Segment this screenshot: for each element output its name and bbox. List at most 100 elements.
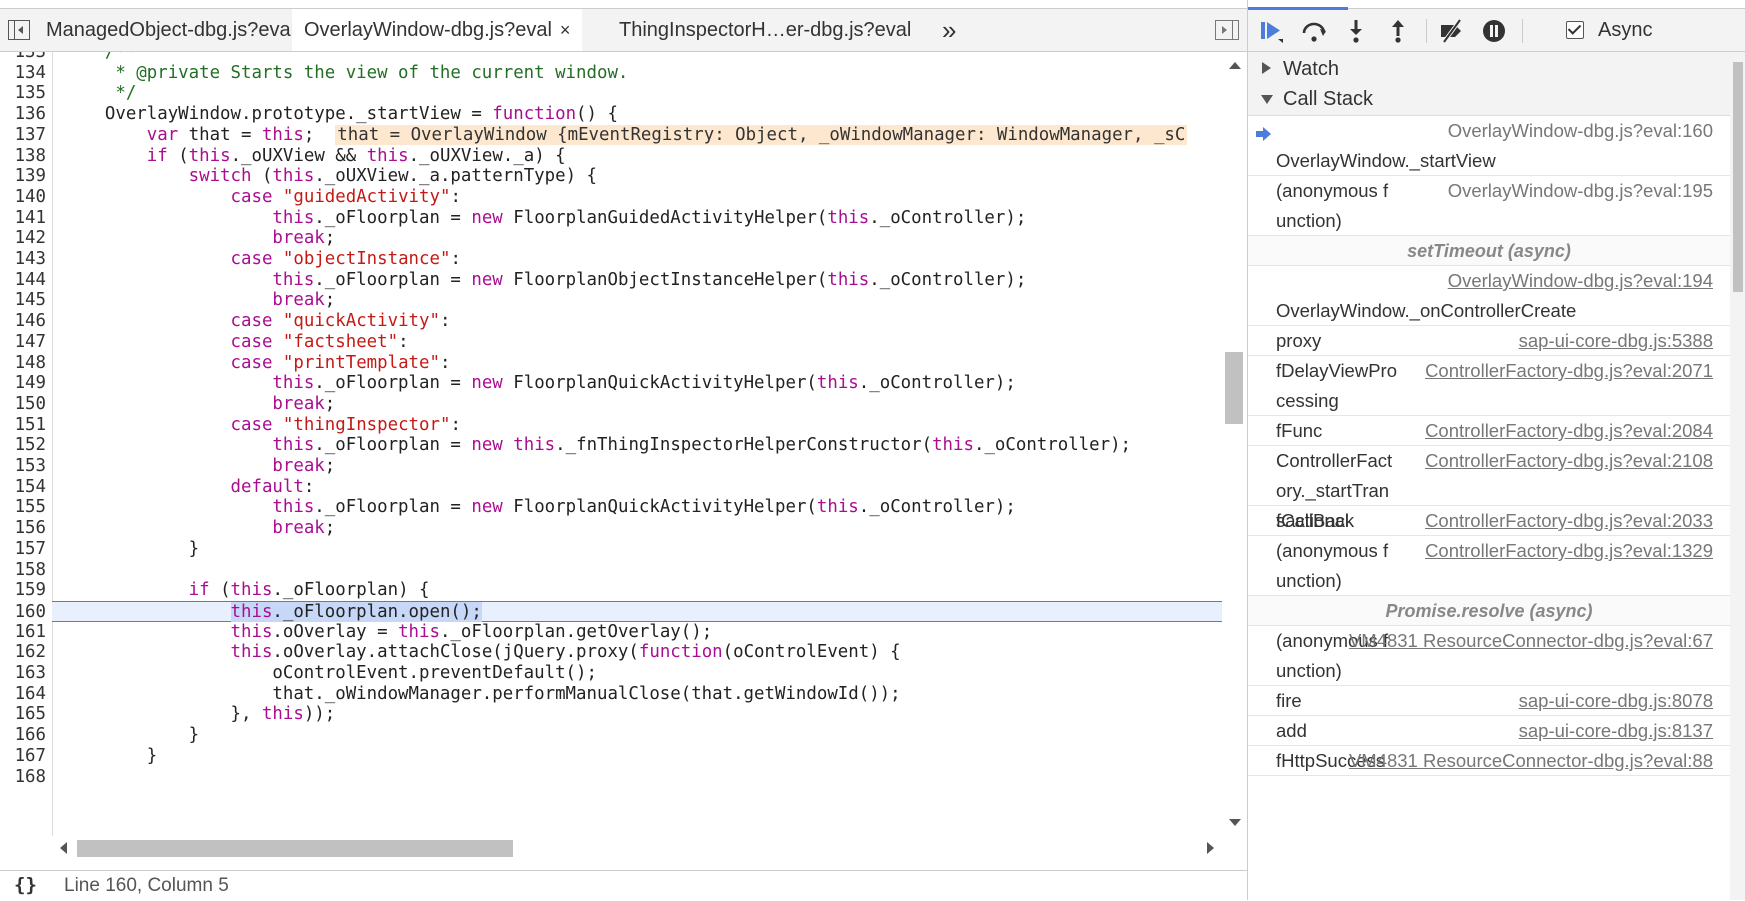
code-line[interactable]: 147 case "factsheet": <box>0 332 1222 353</box>
code-line[interactable]: 134 * @private Starts the view of the cu… <box>0 63 1222 84</box>
code-line[interactable]: 139 switch (this._oUXView._a.patternType… <box>0 166 1222 187</box>
line-number[interactable]: 138 <box>0 146 46 167</box>
line-number[interactable]: 148 <box>0 353 46 374</box>
code-line[interactable]: 168 <box>0 767 1222 788</box>
line-number[interactable]: 141 <box>0 208 46 229</box>
call-frame[interactable]: OverlayWindow._onControllerCreate Overlay… <box>1248 266 1730 326</box>
frame-location-link[interactable]: sap-ui-core-dbg.js:8137 <box>1519 716 1713 746</box>
code-line[interactable]: 133 /** <box>0 52 1222 63</box>
code-line[interactable]: 151 case "thingInspector": <box>0 415 1222 436</box>
code-line[interactable]: 150 break; <box>0 394 1222 415</box>
code-line[interactable]: 162 this.oOverlay.attachClose(jQuery.pro… <box>0 642 1222 663</box>
line-number[interactable]: 152 <box>0 435 46 456</box>
code-line[interactable]: 145 break; <box>0 290 1222 311</box>
line-number[interactable]: 158 <box>0 560 46 581</box>
line-number[interactable]: 157 <box>0 539 46 560</box>
expand-triangle-icon[interactable] <box>1260 82 1274 116</box>
line-number[interactable]: 144 <box>0 270 46 291</box>
line-number[interactable]: 168 <box>0 767 46 788</box>
line-number[interactable]: 133 <box>0 52 46 63</box>
line-number[interactable]: 164 <box>0 684 46 705</box>
tab-overlaywindow[interactable]: OverlayWindow-dbg.js?eval × <box>292 9 583 51</box>
code-line[interactable]: 156 break; <box>0 518 1222 539</box>
frame-location-link[interactable]: ControllerFactory-dbg.js?eval:1329 <box>1425 536 1713 566</box>
code-line[interactable]: 137 var that = this; that = OverlayWindo… <box>0 124 1222 146</box>
code-line[interactable]: 146 case "quickActivity": <box>0 311 1222 332</box>
code-line[interactable]: 161 this.oOverlay = this._oFloorplan.get… <box>0 622 1222 643</box>
deactivate-breakpoints-icon[interactable] <box>1438 17 1466 45</box>
step-into-icon[interactable] <box>1342 17 1370 45</box>
code-line[interactable]: 158 <box>0 560 1222 581</box>
line-number[interactable]: 149 <box>0 373 46 394</box>
code-line[interactable]: 135 */ <box>0 83 1222 104</box>
line-number[interactable]: 146 <box>0 311 46 332</box>
line-number[interactable]: 154 <box>0 477 46 498</box>
line-number[interactable]: 142 <box>0 228 46 249</box>
code-line[interactable]: 143 case "objectInstance": <box>0 249 1222 270</box>
line-number[interactable]: 145 <box>0 290 46 311</box>
step-out-icon[interactable] <box>1384 17 1412 45</box>
toggle-debugger-icon[interactable] <box>1215 20 1239 40</box>
call-frame[interactable]: (anonymous function) OverlayWindow-dbg.js… <box>1248 176 1730 236</box>
frame-location-link[interactable]: OverlayWindow-dbg.js?eval:160 <box>1448 116 1713 146</box>
call-frame[interactable]: (anonymous function) VM4831 ResourceConne… <box>1248 626 1730 686</box>
close-tab-icon[interactable]: × <box>560 9 571 51</box>
scroll-up-icon[interactable] <box>1229 62 1241 69</box>
frame-location-link[interactable]: OverlayWindow-dbg.js?eval:194 <box>1448 266 1713 296</box>
line-number[interactable]: 153 <box>0 456 46 477</box>
line-number[interactable]: 156 <box>0 518 46 539</box>
call-frame[interactable]: (anonymous function) ControllerFactory-db… <box>1248 536 1730 596</box>
scrollbar-thumb[interactable] <box>77 840 513 857</box>
frame-location-link[interactable]: ControllerFactory-dbg.js?eval:2084 <box>1425 416 1713 446</box>
resume-icon[interactable] <box>1258 17 1286 45</box>
code-line[interactable]: 149 this._oFloorplan = new FloorplanQuic… <box>0 373 1222 394</box>
more-tabs-icon[interactable]: » <box>942 15 956 46</box>
code-line[interactable]: 140 case "guidedActivity": <box>0 187 1222 208</box>
code-line[interactable]: 167 } <box>0 746 1222 767</box>
call-frame[interactable]: add sap-ui-core-dbg.js:8137 <box>1248 716 1730 746</box>
current-execution-line[interactable]: 160 this._oFloorplan.open(); <box>15 600 1222 622</box>
line-number[interactable]: 160 <box>0 602 46 623</box>
line-number[interactable]: 140 <box>0 187 46 208</box>
frame-location-link[interactable]: sap-ui-core-dbg.js:5388 <box>1519 326 1713 356</box>
pause-on-exceptions-icon[interactable] <box>1480 17 1508 45</box>
code-line[interactable]: 141 this._oFloorplan = new FloorplanGuid… <box>0 208 1222 229</box>
watch-section-header[interactable]: Watch <box>1248 52 1730 86</box>
code-line[interactable]: 154 default: <box>0 477 1222 498</box>
call-frame[interactable]: ControllerFactory._startTransactional Con… <box>1248 446 1730 531</box>
format-icon[interactable]: {} <box>14 874 37 896</box>
frame-location-link[interactable]: ControllerFactory-dbg.js?eval:2033 <box>1425 506 1713 536</box>
line-number[interactable]: 163 <box>0 663 46 684</box>
line-number[interactable]: 167 <box>0 746 46 767</box>
async-checkbox-label[interactable]: Async <box>1598 19 1652 42</box>
code-line[interactable]: 165 }, this)); <box>0 704 1222 725</box>
scroll-down-icon[interactable] <box>1229 819 1241 826</box>
code-line[interactable]: 163 oControlEvent.preventDefault(); <box>0 663 1222 684</box>
line-number[interactable]: 151 <box>0 415 46 436</box>
toggle-navigator-icon[interactable] <box>8 20 30 40</box>
code-line[interactable]: 157 } <box>0 539 1222 560</box>
inline-variable-value[interactable]: that = OverlayWindow {mEventRegistry: Ob… <box>335 124 1188 145</box>
line-number[interactable]: 139 <box>0 166 46 187</box>
line-number[interactable]: 162 <box>0 642 46 663</box>
frame-location-link[interactable]: VM4831 ResourceConnector-dbg.js?eval:88 <box>1349 746 1713 776</box>
call-frame[interactable]: fire sap-ui-core-dbg.js:8078 <box>1248 686 1730 716</box>
expand-triangle-icon[interactable] <box>1260 52 1272 86</box>
call-frame[interactable]: fDelayViewProcessing ControllerFactory-db… <box>1248 356 1730 416</box>
line-number[interactable]: 136 <box>0 104 46 125</box>
line-number[interactable]: 143 <box>0 249 46 270</box>
code-line[interactable]: 155 this._oFloorplan = new FloorplanQuic… <box>0 497 1222 518</box>
call-frame[interactable]: fFunc ControllerFactory-dbg.js?eval:2084 <box>1248 416 1730 446</box>
frame-location-link[interactable]: VM4831 ResourceConnector-dbg.js?eval:67 <box>1349 626 1713 656</box>
callstack-section-header[interactable]: Call Stack <box>1248 82 1730 116</box>
code-line[interactable]: 148 case "printTemplate": <box>0 353 1222 374</box>
tab-thinginspector[interactable]: ThingInspectorH…er-dbg.js?eval <box>607 9 923 51</box>
tab-managedobject[interactable]: ManagedObject-dbg.js?eval <box>34 9 307 51</box>
code-line[interactable]: 153 break; <box>0 456 1222 477</box>
code-line[interactable]: 152 this._oFloorplan = new this._fnThing… <box>0 435 1222 456</box>
line-number[interactable]: 150 <box>0 394 46 415</box>
line-number[interactable]: 166 <box>0 725 46 746</box>
frame-location-link[interactable]: OverlayWindow-dbg.js?eval:195 <box>1448 176 1713 206</box>
scrollbar-thumb[interactable] <box>1733 62 1743 292</box>
code-line[interactable]: 136 OverlayWindow.prototype._startView =… <box>0 104 1222 125</box>
